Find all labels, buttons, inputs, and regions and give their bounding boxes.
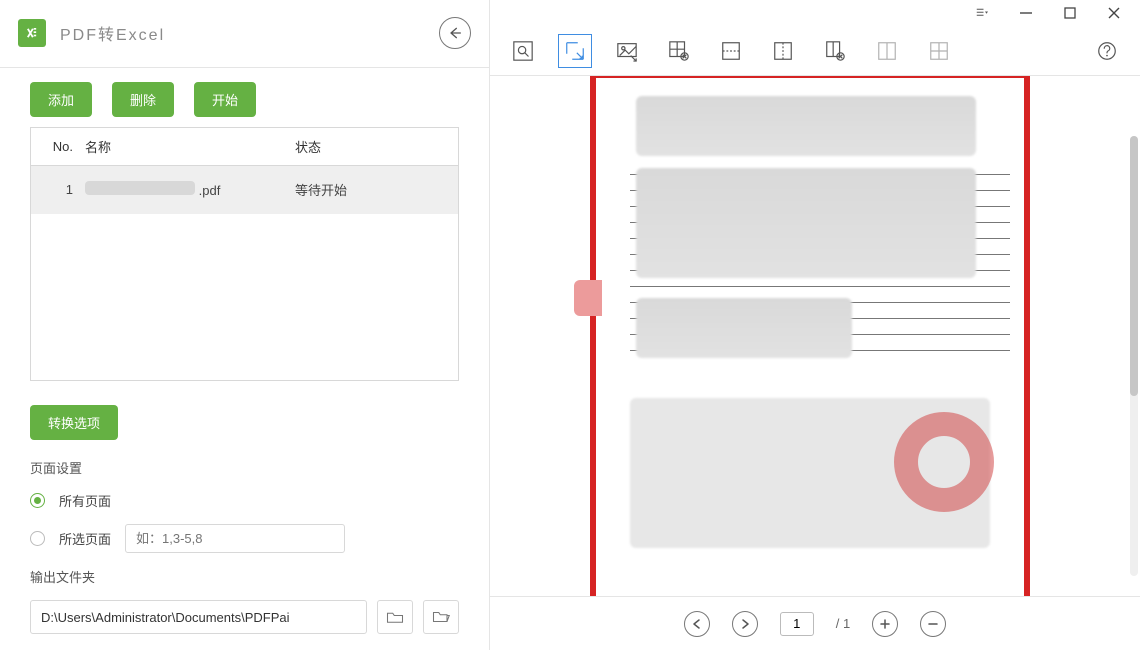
radio-all-pages[interactable] bbox=[30, 493, 45, 508]
preview-area[interactable] bbox=[490, 76, 1140, 596]
delete-button[interactable]: 删除 bbox=[112, 82, 174, 117]
radio-all-pages-row[interactable]: 所有页面 bbox=[30, 491, 459, 510]
two-column-tool-icon[interactable] bbox=[870, 34, 904, 68]
browse-folder-button[interactable] bbox=[423, 600, 459, 634]
next-page-button[interactable] bbox=[732, 611, 758, 637]
minimize-button[interactable] bbox=[1004, 0, 1048, 26]
output-path-input[interactable] bbox=[30, 600, 367, 634]
output-folder-label: 输出文件夹 bbox=[30, 567, 459, 586]
maximize-button[interactable] bbox=[1048, 0, 1092, 26]
redacted-filename bbox=[85, 181, 195, 195]
seal-stamp-icon bbox=[894, 412, 994, 512]
page-range-input[interactable] bbox=[125, 524, 345, 553]
cell-no: 1 bbox=[31, 182, 81, 197]
cell-name: .pdf bbox=[81, 181, 291, 198]
cell-status: 等待开始 bbox=[291, 180, 458, 199]
left-header: PDF转Excel bbox=[0, 0, 489, 68]
zoom-in-button[interactable] bbox=[872, 611, 898, 637]
image-area-tool-icon[interactable] bbox=[610, 34, 644, 68]
col-header-name: 名称 bbox=[81, 137, 291, 156]
column-remove-tool-icon[interactable] bbox=[818, 34, 852, 68]
start-button[interactable]: 开始 bbox=[194, 82, 256, 117]
crop-select-tool-icon[interactable] bbox=[558, 34, 592, 68]
open-folder-button[interactable] bbox=[377, 600, 413, 634]
convert-options-button[interactable]: 转换选项 bbox=[30, 405, 118, 440]
preview-toolbar bbox=[490, 26, 1140, 76]
grid-tool-icon[interactable] bbox=[922, 34, 956, 68]
close-button[interactable] bbox=[1092, 0, 1136, 26]
grid-remove-tool-icon[interactable] bbox=[662, 34, 696, 68]
page-side-tab[interactable] bbox=[574, 280, 602, 316]
page-title: PDF转Excel bbox=[60, 21, 439, 45]
col-header-status: 状态 bbox=[291, 137, 458, 156]
vsplit-tool-icon[interactable] bbox=[766, 34, 800, 68]
back-button[interactable] bbox=[439, 17, 471, 49]
zoom-out-button[interactable] bbox=[920, 611, 946, 637]
help-icon[interactable] bbox=[1090, 34, 1124, 68]
cell-name-ext: .pdf bbox=[199, 183, 221, 198]
table-row[interactable]: 1 .pdf 等待开始 bbox=[31, 166, 458, 214]
action-row: 添加 删除 开始 bbox=[0, 68, 489, 127]
redacted-block bbox=[636, 168, 976, 278]
menu-dropdown-icon[interactable] bbox=[960, 0, 1004, 26]
page-settings-label: 页面设置 bbox=[30, 458, 459, 477]
redacted-block bbox=[636, 96, 976, 156]
scrollbar[interactable] bbox=[1130, 136, 1138, 576]
options-block: 转换选项 页面设置 所有页面 所选页面 输出文件夹 bbox=[0, 381, 489, 650]
right-panel: / 1 bbox=[490, 0, 1140, 650]
table-header: No. 名称 状态 bbox=[31, 128, 458, 166]
page-total: / 1 bbox=[836, 616, 850, 631]
page-nav-bar: / 1 bbox=[490, 596, 1140, 650]
scroll-thumb[interactable] bbox=[1130, 136, 1138, 396]
excel-icon bbox=[18, 19, 46, 47]
col-header-no: No. bbox=[31, 139, 81, 154]
add-button[interactable]: 添加 bbox=[30, 82, 92, 117]
file-table: No. 名称 状态 1 .pdf 等待开始 bbox=[30, 127, 459, 381]
page-number-input[interactable] bbox=[780, 612, 814, 636]
left-panel: PDF转Excel 添加 删除 开始 No. 名称 状态 1 .pdf 等 bbox=[0, 0, 490, 650]
document-page[interactable] bbox=[590, 76, 1030, 596]
radio-all-pages-label: 所有页面 bbox=[59, 491, 111, 510]
output-row bbox=[30, 600, 459, 634]
prev-page-button[interactable] bbox=[684, 611, 710, 637]
radio-selected-pages[interactable] bbox=[30, 531, 45, 546]
hsplit-tool-icon[interactable] bbox=[714, 34, 748, 68]
radio-selected-pages-label: 所选页面 bbox=[59, 529, 111, 548]
radio-selected-pages-row[interactable]: 所选页面 bbox=[30, 524, 459, 553]
redacted-block bbox=[636, 298, 852, 358]
search-tool-icon[interactable] bbox=[506, 34, 540, 68]
window-titlebar bbox=[490, 0, 1140, 26]
